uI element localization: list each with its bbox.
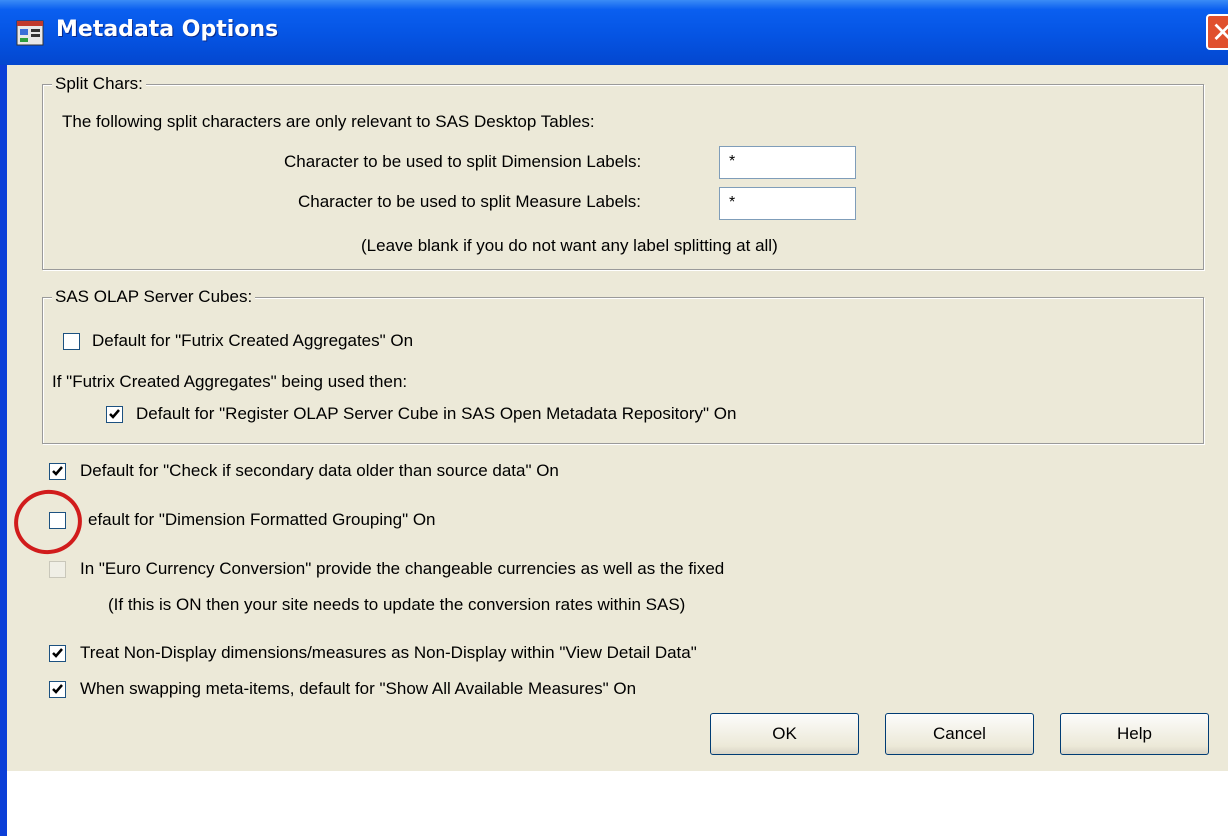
euro-currency-checkbox[interactable]	[49, 561, 66, 578]
measure-split-value: *	[729, 194, 736, 211]
help-button[interactable]: Help	[1060, 713, 1209, 755]
euro-currency-note: (If this is ON then your site needs to u…	[108, 595, 686, 614]
non-display-checkbox[interactable]	[49, 645, 66, 662]
close-button[interactable]: ✕	[1206, 14, 1228, 50]
euro-currency-label[interactable]: In "Euro Currency Conversion" provide th…	[80, 559, 724, 579]
non-display-label[interactable]: Treat Non-Display dimensions/measures as…	[80, 643, 697, 663]
ok-button[interactable]: OK	[710, 713, 859, 755]
swap-meta-label[interactable]: When swapping meta-items, default for "S…	[80, 679, 636, 699]
cancel-button-label: Cancel	[933, 724, 986, 743]
futrix-if-text: If "Futrix Created Aggregates" being use…	[52, 372, 408, 391]
futrix-aggregates-checkbox[interactable]	[63, 333, 80, 350]
red-highlight-circle	[8, 483, 88, 561]
help-button-label: Help	[1117, 724, 1152, 743]
dimension-split-value: *	[729, 153, 736, 170]
futrix-aggregates-label[interactable]: Default for "Futrix Created Aggregates" …	[92, 331, 413, 351]
dimension-grouping-label[interactable]: efault for "Dimension Formatted Grouping…	[88, 510, 436, 530]
window-title: Metadata Options	[56, 17, 279, 42]
close-x-icon: ✕	[1211, 16, 1228, 49]
check-secondary-label[interactable]: Default for "Check if secondary data old…	[80, 461, 559, 481]
olap-legend: SAS OLAP Server Cubes:	[52, 287, 256, 307]
checkmark-icon	[52, 684, 63, 694]
measure-split-label: Character to be used to split Measure La…	[298, 192, 642, 211]
split-chars-note: (Leave blank if you do not want any labe…	[361, 236, 778, 255]
register-cube-checkbox[interactable]	[106, 406, 123, 423]
title-bar[interactable]: Metadata Options ✕	[0, 0, 1228, 65]
measure-split-input[interactable]: *	[719, 187, 856, 220]
window-left-border	[0, 65, 7, 836]
split-chars-legend: Split Chars:	[52, 74, 146, 94]
checkmark-icon	[109, 409, 120, 419]
split-chars-intro: The following split characters are only …	[62, 112, 595, 131]
register-cube-label[interactable]: Default for "Register OLAP Server Cube i…	[136, 404, 736, 424]
metadata-options-window: Metadata Options ✕ Split Chars: The foll…	[0, 0, 1228, 836]
checkmark-icon	[52, 466, 63, 476]
dimension-split-label: Character to be used to split Dimension …	[284, 152, 642, 171]
app-window-icon	[16, 20, 44, 46]
check-secondary-checkbox[interactable]	[49, 463, 66, 480]
swap-meta-checkbox[interactable]	[49, 681, 66, 698]
ok-button-label: OK	[772, 724, 797, 743]
cancel-button[interactable]: Cancel	[885, 713, 1034, 755]
checkmark-icon	[52, 648, 63, 658]
dimension-split-input[interactable]: *	[719, 146, 856, 179]
